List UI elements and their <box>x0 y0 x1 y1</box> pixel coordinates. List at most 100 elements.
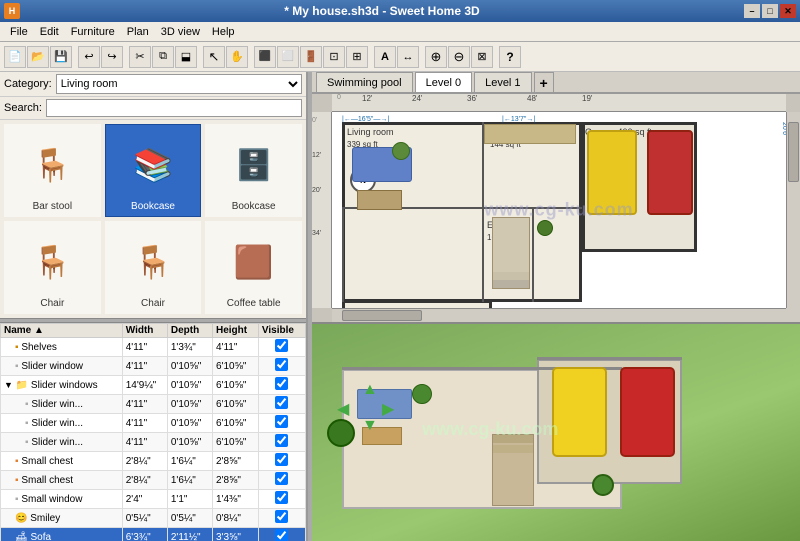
furniture-label: Coffee table <box>227 298 281 309</box>
wall-button[interactable]: ⬛ <box>254 46 276 68</box>
furniture-item-bookcase1[interactable]: 📚 Bookcase <box>105 124 202 217</box>
window-title: * My house.sh3d - Sweet Home 3D <box>20 4 744 18</box>
hand-button[interactable]: ✋ <box>226 46 248 68</box>
table-row[interactable]: ▪ Shelves 4'11"1'3¾"4'11" <box>1 338 306 357</box>
menu-file[interactable]: File <box>4 24 34 40</box>
plant-entrance[interactable] <box>537 220 553 236</box>
tab-add-button[interactable]: + <box>534 72 554 92</box>
tab-swimming-pool[interactable]: Swimming pool <box>316 72 413 92</box>
main-area: Category: Living room Bedroom Kitchen Se… <box>0 72 800 541</box>
search-row: Search: <box>0 97 306 120</box>
furniture-label: Bar stool <box>33 201 72 212</box>
undo-button[interactable]: ↩ <box>78 46 100 68</box>
dim-button[interactable]: ↔ <box>397 46 419 68</box>
3d-view[interactable]: ◀ ▲ ▼ ▶ www.cg-ku.com <box>312 324 800 541</box>
titlebar: H * My house.sh3d - Sweet Home 3D – □ ✕ <box>0 0 800 22</box>
ruler-vertical: 0' 12' 20' 34' <box>312 112 332 308</box>
minimize-button[interactable]: – <box>744 4 760 18</box>
help-button[interactable]: ? <box>499 46 521 68</box>
car-red <box>647 130 693 215</box>
fp-scrollbar-vertical[interactable] <box>786 112 800 308</box>
furniture-label: Chair <box>141 298 165 309</box>
menubar: File Edit Furniture Plan 3D view Help <box>0 22 800 42</box>
copy-button[interactable]: ⧉ <box>152 46 174 68</box>
window-button[interactable]: ⊡ <box>323 46 345 68</box>
toolbar: 📄 📂 💾 ↩ ↪ ✂ ⧉ ⬓ ↖ ✋ ⬛ ⬜ 🚪 ⊡ ⊞ A ↔ ⊕ ⊖ ⊠ … <box>0 42 800 72</box>
furniture-label: Bookcase <box>232 201 276 212</box>
tab-level0[interactable]: Level 0 <box>415 72 472 92</box>
maximize-button[interactable]: □ <box>762 4 778 18</box>
plant-object[interactable] <box>392 142 410 160</box>
new-button[interactable]: 📄 <box>4 46 26 68</box>
col-width[interactable]: Width <box>122 324 167 338</box>
room-button[interactable]: ⬜ <box>277 46 299 68</box>
col-visible[interactable]: Visible <box>258 324 305 338</box>
table-row[interactable]: ▪ Small window 2'4"1'1"1'4⅜" <box>1 490 306 509</box>
furniture-item-barstool[interactable]: 🪑 Bar stool <box>4 124 101 217</box>
select-button[interactable]: ↖ <box>203 46 225 68</box>
table-row[interactable]: ▪ Slider win... 4'11"0'10⅝"6'10⅝" <box>1 433 306 452</box>
search-label: Search: <box>4 102 42 114</box>
furniture-item-coffeetable[interactable]: 🟫 Coffee table <box>205 221 302 314</box>
category-row: Category: Living room Bedroom Kitchen <box>0 72 306 97</box>
properties-table-container[interactable]: Name ▲ Width Depth Height Visible ▪ Shel… <box>0 323 306 541</box>
ruler-horizontal: 12' 24' 36' 48' 0 19' <box>332 94 786 112</box>
category-select[interactable]: Living room Bedroom Kitchen <box>56 74 302 94</box>
table-row[interactable]: ▪ Slider win... 4'11"0'10⅝"6'10⅝" <box>1 414 306 433</box>
menu-furniture[interactable]: Furniture <box>65 24 121 40</box>
3d-nav-right[interactable]: ▶ <box>382 399 394 419</box>
table-row[interactable]: ▪ Slider win... 4'11"0'10⅝"6'10⅝" <box>1 395 306 414</box>
view-area: 12' 24' 36' 48' 0 19' 0' 12' 20' 34' <box>312 94 800 541</box>
menu-help[interactable]: Help <box>206 24 241 40</box>
staircase-object[interactable] <box>492 217 530 289</box>
label-button[interactable]: A <box>374 46 396 68</box>
door-button[interactable]: 🚪 <box>300 46 322 68</box>
redo-button[interactable]: ↪ <box>101 46 123 68</box>
floor-plan[interactable]: 12' 24' 36' 48' 0 19' 0' 12' 20' 34' <box>312 94 800 324</box>
car-yellow <box>587 130 637 215</box>
furniture-grid: 🪑 Bar stool 📚 Bookcase 🗄️ Bookcase 🪑 Cha… <box>0 120 306 318</box>
close-button[interactable]: ✕ <box>780 4 796 18</box>
3d-nav-left[interactable]: ◀ <box>337 399 349 419</box>
floor-plan-canvas[interactable]: Living room339 sq ft Kitchen144 sq ft En… <box>332 112 786 308</box>
paste-button[interactable]: ⬓ <box>175 46 197 68</box>
col-height[interactable]: Height <box>213 324 259 338</box>
furniture-item-bookcase2[interactable]: 🗄️ Bookcase <box>205 124 302 217</box>
cut-button[interactable]: ✂ <box>129 46 151 68</box>
search-input[interactable] <box>46 99 302 117</box>
coffeetable-object[interactable] <box>357 190 402 210</box>
window-controls: – □ ✕ <box>744 4 796 18</box>
table-row[interactable]: ▼ 📁 Slider windows 14'9¼"0'10⅝"6'10⅝" <box>1 376 306 395</box>
col-depth[interactable]: Depth <box>167 324 212 338</box>
tab-bar: Swimming pool Level 0 Level 1 + <box>312 72 800 94</box>
furniture-item-chair1[interactable]: 🪑 Chair <box>4 221 101 314</box>
3d-nav-down[interactable]: ▼ <box>362 417 378 435</box>
fit-button[interactable]: ⊠ <box>471 46 493 68</box>
fp-scrollbar-horizontal[interactable] <box>332 308 786 322</box>
col-name[interactable]: Name ▲ <box>1 324 123 338</box>
zoomout-button[interactable]: ⊖ <box>448 46 470 68</box>
tab-level1[interactable]: Level 1 <box>474 72 531 92</box>
save-button[interactable]: 💾 <box>50 46 72 68</box>
table-row[interactable]: ▪ Small chest 2'8¼"1'6¼"2'8⅝" <box>1 452 306 471</box>
properties-table: Name ▲ Width Depth Height Visible ▪ Shel… <box>0 323 306 541</box>
table-row[interactable]: 😊 Smiley 0'5¼"0'5¼"0'8¼" <box>1 509 306 528</box>
app-icon: H <box>4 3 20 19</box>
category-label: Category: <box>4 78 52 90</box>
furniture-label: Bookcase <box>131 201 175 212</box>
menu-edit[interactable]: Edit <box>34 24 65 40</box>
kitchen-counter[interactable] <box>484 124 576 144</box>
menu-3dview[interactable]: 3D view <box>155 24 206 40</box>
table-row[interactable]: ▪ Slider window 4'11"0'10⅝"6'10⅝" <box>1 357 306 376</box>
menu-plan[interactable]: Plan <box>121 24 155 40</box>
zoomin-button[interactable]: ⊕ <box>425 46 447 68</box>
left-panel: Category: Living room Bedroom Kitchen Se… <box>0 72 308 541</box>
3d-nav-up[interactable]: ▲ <box>362 381 378 399</box>
open-button[interactable]: 📂 <box>27 46 49 68</box>
table-row[interactable]: ▪ Small chest 2'8¼"1'6¼"2'8⅝" <box>1 471 306 490</box>
furniture-item-chair2[interactable]: 🪑 Chair <box>105 221 202 314</box>
furniture-label: Chair <box>40 298 64 309</box>
stair-button[interactable]: ⊞ <box>346 46 368 68</box>
right-panel: Swimming pool Level 0 Level 1 + 12' 24' … <box>312 72 800 541</box>
table-row-sofa[interactable]: 🛋 Sofa 6'3¾" 2'11½" 3'3⅝" <box>1 528 306 541</box>
